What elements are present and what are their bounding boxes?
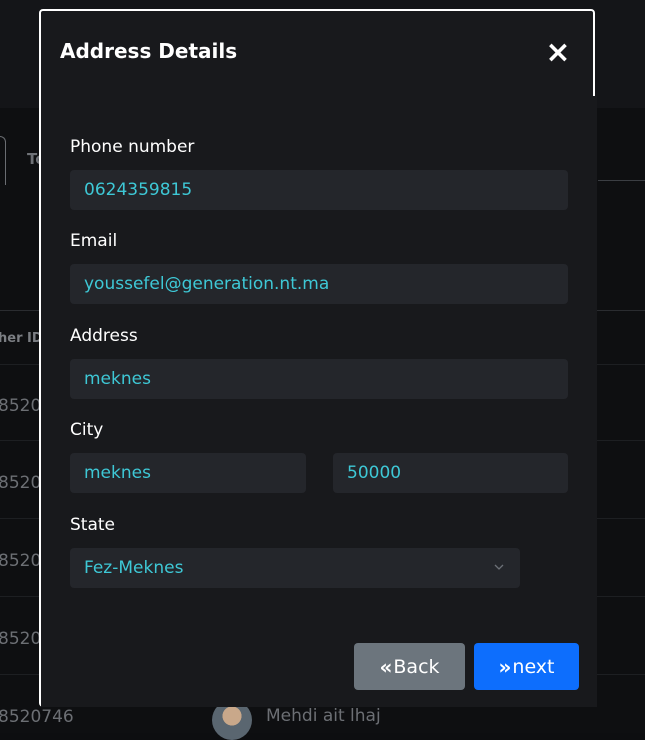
email-field[interactable]: youssefel@generation.nt.ma xyxy=(70,264,568,304)
close-icon[interactable]: × xyxy=(543,38,573,68)
state-select[interactable]: Fez-Meknes xyxy=(70,548,520,588)
background-user-name: Mehdi ait lhaj xyxy=(266,706,381,726)
state-label: State xyxy=(70,515,115,535)
background-table-cell: 8520 xyxy=(0,473,42,493)
background-table-cell: 8520 xyxy=(0,629,42,649)
double-chevron-left-icon: « xyxy=(379,654,392,679)
modal-title: Address Details xyxy=(60,39,238,63)
postal-code-field[interactable]: 50000 xyxy=(333,453,568,493)
address-label: Address xyxy=(70,326,138,346)
modal-body: Phone number 0624359815 Email youssefel@… xyxy=(41,96,597,629)
background-tab xyxy=(0,136,6,185)
background-tab-line xyxy=(598,180,645,181)
double-chevron-right-icon: » xyxy=(498,654,511,679)
city-field[interactable]: meknes xyxy=(70,453,306,493)
state-select-value: Fez-Meknes xyxy=(84,558,184,578)
phone-number-label: Phone number xyxy=(70,137,195,157)
phone-number-field[interactable]: 0624359815 xyxy=(70,170,568,210)
chevron-down-icon xyxy=(494,564,504,570)
background-column-header: her ID xyxy=(0,331,43,346)
back-button[interactable]: « Back xyxy=(354,643,465,690)
background-table-cell: 8520746 xyxy=(0,707,74,727)
background-table-cell: 8520 xyxy=(0,551,42,571)
background-table-cell: 8520 xyxy=(0,396,42,416)
next-button[interactable]: » next xyxy=(474,643,579,690)
city-label: City xyxy=(70,420,104,440)
next-button-label: next xyxy=(512,655,555,678)
address-details-modal: Address Details × Phone number 062435981… xyxy=(39,9,597,707)
back-button-label: Back xyxy=(393,655,440,678)
modal-footer: « Back » next xyxy=(41,628,597,707)
address-field[interactable]: meknes xyxy=(70,359,568,399)
email-label: Email xyxy=(70,231,118,251)
